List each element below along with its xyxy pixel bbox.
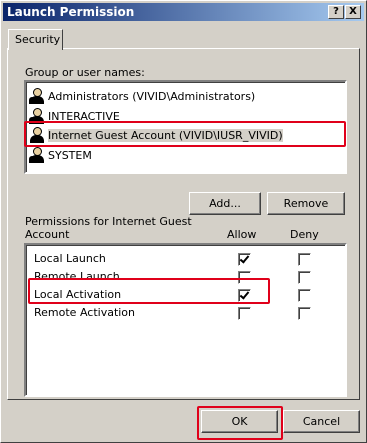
close-button[interactable]: X — [345, 5, 361, 19]
perm-row-label: Local Launch — [34, 252, 106, 265]
tab-security[interactable]: Security — [8, 29, 63, 50]
user-group-icon — [29, 147, 45, 163]
help-button[interactable]: ? — [328, 5, 344, 19]
dialog-window: Launch Permission ? X Security Group or … — [0, 0, 367, 443]
deny-header: Deny — [290, 228, 319, 241]
title-bar[interactable]: Launch Permission ? X — [3, 3, 364, 21]
remote-launch-deny-checkbox[interactable] — [298, 271, 311, 284]
highlight-selected-user — [24, 121, 346, 147]
security-panel: Group or user names: Administrators (VIV… — [7, 48, 360, 400]
local-activation-deny-checkbox[interactable] — [298, 289, 311, 302]
remote-activation-allow-checkbox[interactable] — [238, 307, 251, 320]
cancel-button[interactable]: Cancel — [283, 410, 360, 433]
permissions-label-line1: Permissions for Internet Guest — [25, 215, 192, 228]
permissions-label-line2: Account — [25, 228, 70, 241]
groups-label: Group or user names: — [25, 66, 145, 79]
perm-row-label: Remote Activation — [34, 306, 136, 319]
tab-security-label: Security — [15, 33, 61, 46]
add-button[interactable]: Add... — [189, 192, 261, 215]
window-title: Launch Permission — [7, 5, 135, 19]
local-launch-deny-checkbox[interactable] — [298, 253, 311, 266]
remove-button[interactable]: Remove — [267, 192, 345, 215]
highlight-ok-button — [197, 406, 283, 440]
local-launch-allow-checkbox[interactable] — [238, 253, 251, 266]
remote-activation-deny-checkbox[interactable] — [298, 307, 311, 320]
user-group-icon — [29, 88, 45, 104]
list-item-system[interactable]: SYSTEM — [29, 146, 92, 164]
allow-header: Allow — [227, 228, 257, 241]
highlight-local-activation — [28, 278, 270, 304]
list-item-administrators[interactable]: Administrators (VIVID\Administrators) — [29, 87, 255, 105]
permissions-listbox[interactable]: Local Launch Remote Launch Local Activat… — [24, 243, 347, 397]
